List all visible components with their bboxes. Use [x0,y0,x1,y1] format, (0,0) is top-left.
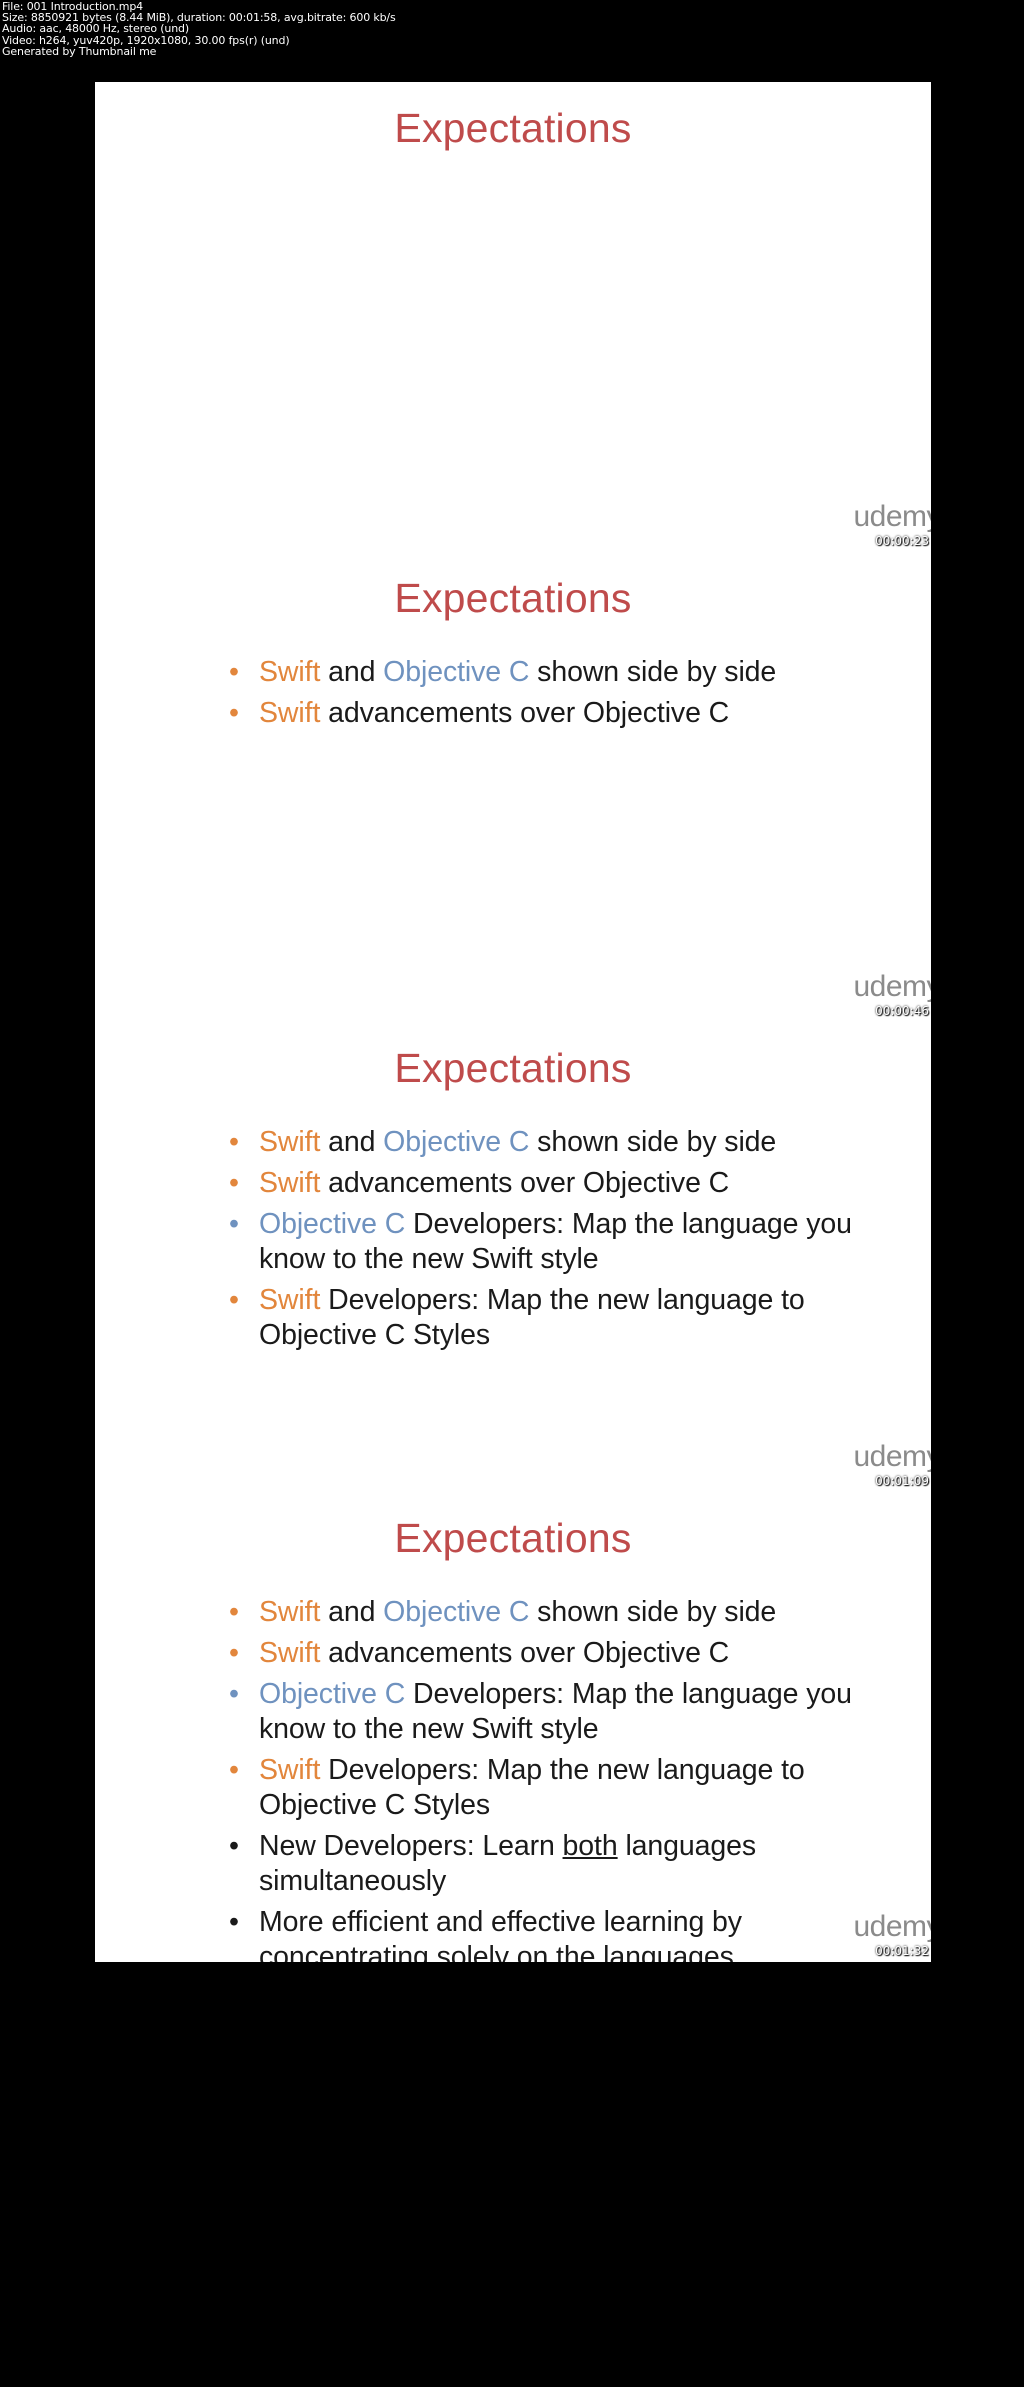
bullet-item: • Swift Developers: Map the new language … [217,1283,881,1353]
bullet-text-run: Swift [259,1596,321,1628]
bullet-text-run: Objective C [383,1596,530,1628]
video-thumbnail[interactable]: Expectationsudemy00:00:23 [95,82,931,552]
bullet-text-run: shown side by side [529,656,777,688]
bullet-text-run: advancements over Objective C [320,1637,730,1669]
slide-title: Expectations [394,575,632,621]
video-thumbnail[interactable]: Expectations • Swift and Objective C shown… [95,552,931,1022]
slide-canvas: Expectations • Swift and Objective C shown… [95,1492,931,1962]
slide-title: Expectations [394,1515,632,1561]
bullet-item: • Swift and Objective C shown side by sid… [217,1125,881,1160]
bullet-text-run: Objective C [259,1208,406,1240]
bullet-text-run: Swift [259,656,321,688]
bullet-item: • More efficient and effective learning b… [217,1905,881,1962]
bullet-dot-icon: • [229,1167,239,1199]
bullet-dot-icon: • [229,1637,239,1669]
bullet-dot-icon: • [229,1678,239,1710]
thumbnail-timestamp: 00:01:09 [875,1474,929,1488]
bullet-list: • Swift and Objective C shown side by sid… [217,1125,881,1359]
bullet-text-run: advancements over Objective C [320,1167,730,1199]
bullet-dot-icon: • [229,1208,239,1240]
bullet-dot-icon: • [229,697,239,729]
slide-title: Expectations [394,105,632,151]
bullet-text-run: Swift [259,1754,321,1786]
bullet-text-run: advancements over Objective C [320,697,730,729]
metadata-line-5: Generated by Thumbnail me [2,44,157,58]
bullet-item: • Swift advancements over Objective C [217,1636,881,1671]
bullet-text-run: Swift [259,1284,321,1316]
bullet-text-run: Objective C [383,656,530,688]
bullet-text-run: on the languages [508,1941,734,1962]
bullet-text-run: and [320,1126,384,1158]
bullet-dot-icon: • [229,656,239,688]
slide-canvas: Expectations [95,82,931,552]
bullet-text-run: Swift [259,1167,321,1199]
thumbnail-timestamp: 00:01:32 [875,1944,929,1958]
bullet-dot-icon: • [229,1906,239,1938]
slide-canvas: Expectations • Swift and Objective C shown… [95,552,931,1022]
video-metadata-header: File: 001 Introduction.mp4 Size: 8850921 … [0,0,1024,57]
bullet-text-run: solely [436,1941,509,1962]
thumbnail-grid: Expectationsudemy00:00:23Expectations•Sw… [95,82,931,1962]
video-thumbnail[interactable]: Expectations • Swift and Objective C shown… [95,1022,931,1492]
bullet-item: • Swift and Objective C shown side by sid… [217,1595,881,1630]
bullet-text-run: Objective C [259,1678,406,1710]
bullet-text-run: Swift [259,697,321,729]
bullet-list: • Swift and Objective C shown side by sid… [217,1595,881,1962]
slide-canvas: Expectations • Swift and Objective C shown… [95,1022,931,1492]
bullet-item: • Objective C Developers: Map the languag… [217,1207,881,1277]
bullet-list: • Swift and Objective C shown side by sid… [217,655,881,737]
bullet-text-run: shown side by side [529,1596,777,1628]
bullet-item: • New Developers: Learn both languages si… [217,1829,881,1899]
bullet-dot-icon: • [229,1596,239,1628]
metadata-line-3: Audio: aac, 48000 Hz, stereo (und) [2,22,190,36]
bullet-item: • Swift Developers: Map the new language … [217,1753,881,1823]
bullet-dot-icon: • [229,1754,239,1786]
bullet-dot-icon: • [229,1284,239,1316]
bullet-item: • Objective C Developers: Map the languag… [217,1677,881,1747]
bullet-text-run: Swift [259,1637,321,1669]
bullet-item: • Swift advancements over Objective C [217,696,881,731]
bullet-text-run: Objective C [383,1126,530,1158]
bullet-text-run: and [320,1596,384,1628]
slide-title: Expectations [394,1045,632,1091]
bullet-text-run: Swift [259,1126,321,1158]
bullet-text-run: Developers: Map the new language to Obje… [259,1284,805,1351]
bullet-text-run: New Developers: Learn [259,1830,563,1862]
bullet-text-run: both [562,1830,618,1862]
bullet-item: • Swift and Objective C shown side by sid… [217,655,881,690]
thumbnail-timestamp: 00:00:23 [875,534,929,548]
thumbnail-timestamp: 00:00:46 [875,1004,929,1018]
bullet-text-run: and [320,656,384,688]
bullet-item: • Swift advancements over Objective C [217,1166,881,1201]
bullet-text-run: shown side by side [529,1126,777,1158]
bullet-dot-icon: • [229,1830,239,1862]
bullet-text-run: Developers: Map the new language to Obje… [259,1754,805,1821]
video-thumbnail[interactable]: Expectations • Swift and Objective C shown… [95,1492,931,1962]
bullet-dot-icon: • [229,1126,239,1158]
